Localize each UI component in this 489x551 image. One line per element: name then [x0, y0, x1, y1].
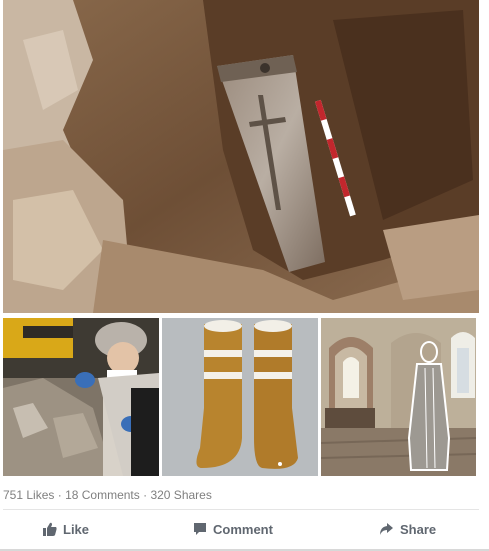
- like-button[interactable]: Like: [43, 512, 89, 546]
- church-interior-reconstruction-photo[interactable]: [321, 318, 476, 476]
- comment-button[interactable]: Comment: [193, 512, 273, 546]
- share-arrow-icon: [379, 522, 394, 536]
- facebook-post: 751 Likes · 18 Comments · 320 Shares Lik…: [0, 0, 489, 551]
- share-label: Share: [400, 521, 437, 537]
- engagement-stats: 751 Likes · 18 Comments · 320 Shares: [3, 488, 212, 502]
- likes-count[interactable]: 751 Likes: [3, 488, 54, 502]
- coffin-excavation-image: [3, 0, 479, 313]
- stats-separator: ·: [143, 488, 148, 502]
- thumbs-up-icon: [43, 522, 57, 536]
- divider: [3, 509, 479, 510]
- comment-label: Comment: [213, 521, 273, 537]
- shares-count[interactable]: 320 Shares: [150, 488, 211, 502]
- comment-icon: [193, 522, 207, 536]
- action-bar: Like Comment Share: [3, 512, 479, 546]
- excavated-coffin-photo[interactable]: [3, 0, 479, 313]
- archaeologist-examining-remains-photo[interactable]: [3, 318, 159, 476]
- reconstructed-boots-photo[interactable]: [162, 318, 318, 476]
- archaeologist-image: [3, 318, 159, 476]
- boots-image: [162, 318, 318, 476]
- like-label: Like: [63, 521, 90, 537]
- share-button[interactable]: Share: [379, 512, 436, 546]
- church-interior-image: [321, 318, 476, 476]
- comments-count[interactable]: 18 Comments: [65, 488, 140, 502]
- stats-separator: ·: [57, 488, 62, 502]
